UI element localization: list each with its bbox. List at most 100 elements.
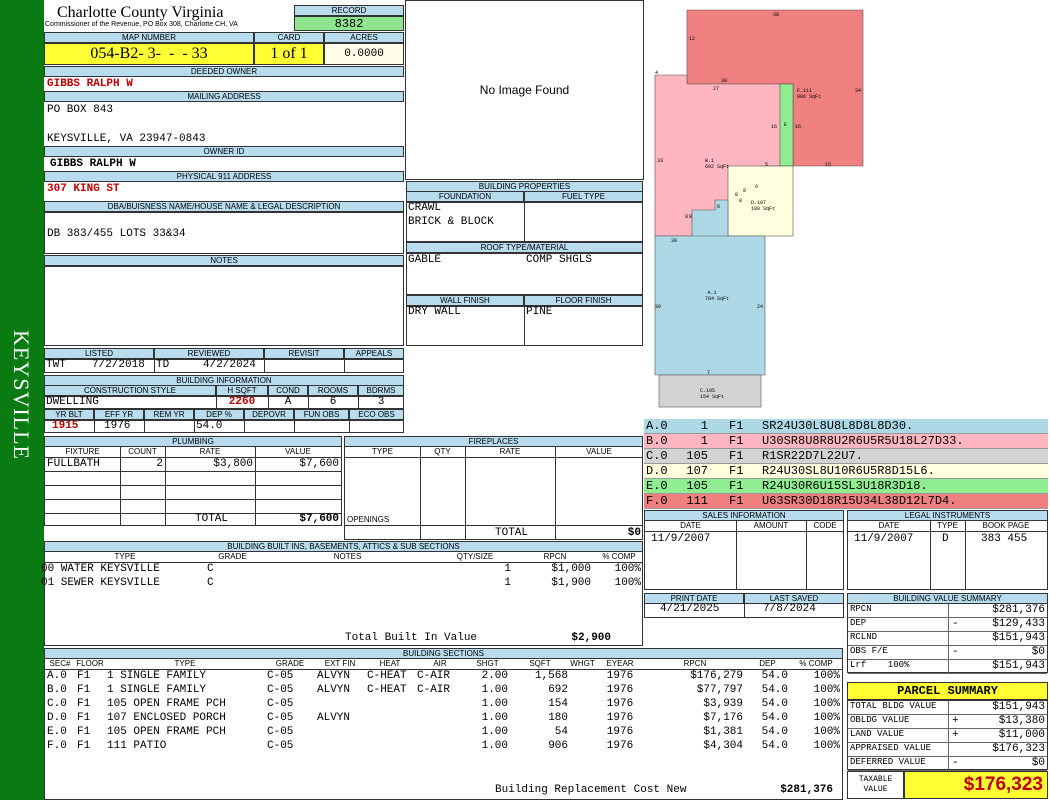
vector-row: B.0 1 F1 U30SR8U8R8U2R6U5R5U18L27D33. [644, 434, 1048, 449]
sketch-dimension: 30 [671, 238, 678, 244]
sketch-label-d: D.107 180 SqFt [751, 200, 776, 212]
commissioner-address: Commissioner of the Revenue, PO Box 308,… [45, 21, 238, 28]
plumbing-total-label: TOTAL [195, 513, 229, 525]
reviewed-by: TD [156, 359, 170, 371]
summary-row: OBLDG VALUE + $13,380 [848, 715, 1047, 729]
sketch-vectors: A.0 1 F1 SR24U30L8U8L8D8L8D30. B.0 1 F1 U30SR8U… [644, 419, 1048, 509]
builtins-total: $2,900 [571, 632, 611, 644]
parcel-summary-title: PARCEL SUMMARY [847, 682, 1048, 700]
listed-label: LISTED [44, 348, 154, 359]
sections-col-8: SQFT [529, 659, 551, 668]
summary-value: $11,000 [998, 729, 1045, 741]
roof-box [406, 253, 643, 295]
vector-path: R24U30SL8U10R6U5R8D15L6. [762, 464, 935, 478]
summary-label: LAND VALUE [850, 729, 905, 739]
sketch-dimension: 30 [655, 304, 662, 310]
summary-label: RCLND [850, 632, 878, 642]
section-cell: 105 OPEN FRAME PCH [107, 726, 226, 738]
builtins-col-type: TYPE [114, 552, 136, 561]
vector-code: 111 [686, 494, 708, 508]
section-cell: 100% [813, 670, 840, 682]
building-info-row-2 [44, 420, 404, 433]
section-cell: 1976 [606, 726, 634, 738]
builtin-qty-2: 1 [504, 577, 511, 589]
summary-row: DEFERRED VALUE - $0 [848, 757, 1047, 771]
summary-sign [948, 604, 952, 617]
sketch-dimension: 16 [771, 124, 778, 130]
builtins-col-grade: GRADE [218, 552, 247, 561]
section-cell: A.0 [47, 670, 67, 682]
summary-sign: - [948, 757, 959, 770]
section-cell: D.0 [47, 712, 67, 724]
sections-col-12: DEP [759, 659, 776, 668]
section-cell: 54 [554, 726, 568, 738]
section-cell: C-AIR [417, 670, 451, 682]
floor-finish-label: FLOOR FINISH [524, 295, 643, 306]
summary-value: $151,943 [992, 632, 1045, 644]
summary-label: DEFERRED VALUE [850, 757, 926, 767]
sketch-dimension: 24 [757, 304, 764, 310]
reviewed-label: REVIEWED [154, 348, 264, 359]
builtin-rpcn-1: $1,000 [551, 563, 591, 575]
sketch-dimension: 6 [755, 184, 759, 190]
vector-sec: A.0 [646, 419, 668, 433]
sketch-label-c: C.105 154 SqFt [700, 388, 725, 400]
listed-by: TWT [46, 359, 66, 371]
yrblt-label: YR BLT [44, 409, 94, 420]
summary-row: LAND VALUE + $11,000 [848, 729, 1047, 743]
wall-finish: DRY WALL [408, 306, 461, 318]
builtin-type-1: 00 WATER KEYSVILLE [41, 563, 160, 575]
sketch-dimension: 34 [855, 88, 862, 94]
vector-path: R24U30R6U15SL3U18R3D18. [762, 479, 928, 493]
vector-sec: D.0 [646, 464, 668, 478]
builtins-col-rpcn: RPCN [543, 552, 567, 561]
vector-code: 105 [686, 449, 708, 463]
sections-col-10: EYEAR [606, 659, 634, 668]
summary-value: $176,323 [992, 743, 1045, 755]
section-cell: C-HEAT [367, 684, 407, 696]
section-cell: 180 [548, 712, 568, 724]
section-cell: 1976 [606, 684, 634, 696]
summary-row: RPCN $281,376 [848, 604, 1047, 618]
sketch-label-f: F.111 906 SqFt [797, 88, 822, 100]
plumbing-table: FIXTURE COUNT RATE VALUE FULLBATH 2 $3,8… [44, 446, 342, 526]
acres-label: ACRES [324, 32, 404, 43]
sketch-dimension: 27 [713, 86, 720, 92]
vector-path: U63SR30D18R15U34L38D12L7D4. [762, 494, 957, 508]
section-cell: F1 [77, 684, 91, 696]
sketch-dimension: 38 [773, 12, 780, 18]
photo-placeholder: No Image Found [479, 83, 570, 97]
section-cell: B.0 [47, 684, 67, 696]
section-cell: 54.0 [761, 726, 788, 738]
vector-code: 1 [700, 419, 708, 433]
vector-floor: F1 [729, 464, 744, 478]
section-cell: 105 OPEN FRAME PCH [107, 698, 226, 710]
owner-id-label: OWNER ID [44, 146, 404, 157]
vector-floor: F1 [729, 494, 744, 508]
sketch-dimension: 30 [721, 78, 728, 84]
summary-value: $0 [1031, 757, 1045, 769]
map-number: 054-B2- 3- - - 33 [44, 43, 254, 65]
vector-code: 105 [686, 479, 708, 493]
summary-row: DEP - $129,433 [848, 618, 1047, 632]
section-cell: 54.0 [761, 684, 788, 696]
summary-sign: + [948, 729, 959, 742]
record-label: RECORD [294, 5, 404, 16]
section-cell: $7,176 [703, 712, 743, 724]
summary-sign: - [948, 646, 959, 659]
section-cell: 100% [813, 712, 840, 724]
sketch-dimension: 15 [825, 162, 832, 168]
summary-label: OBS F/E [850, 646, 888, 656]
summary-sign [948, 632, 952, 645]
vector-sec: F.0 [646, 494, 668, 508]
construction-style-label: CONSTRUCTION STYLE [44, 385, 216, 396]
summary-row: APPRAISED VALUE $176,323 [848, 743, 1047, 757]
summary-row: RCLND $151,943 [848, 632, 1047, 646]
section-cell: 2.00 [481, 670, 508, 682]
remyr-label: REM YR [144, 409, 194, 420]
section-cell: 1976 [606, 712, 634, 724]
floor-finish: PINE [526, 306, 553, 318]
fireplace-total: $0 [627, 527, 641, 539]
sections-col-2: TYPE [174, 659, 196, 668]
section-cell: 1976 [606, 698, 634, 710]
